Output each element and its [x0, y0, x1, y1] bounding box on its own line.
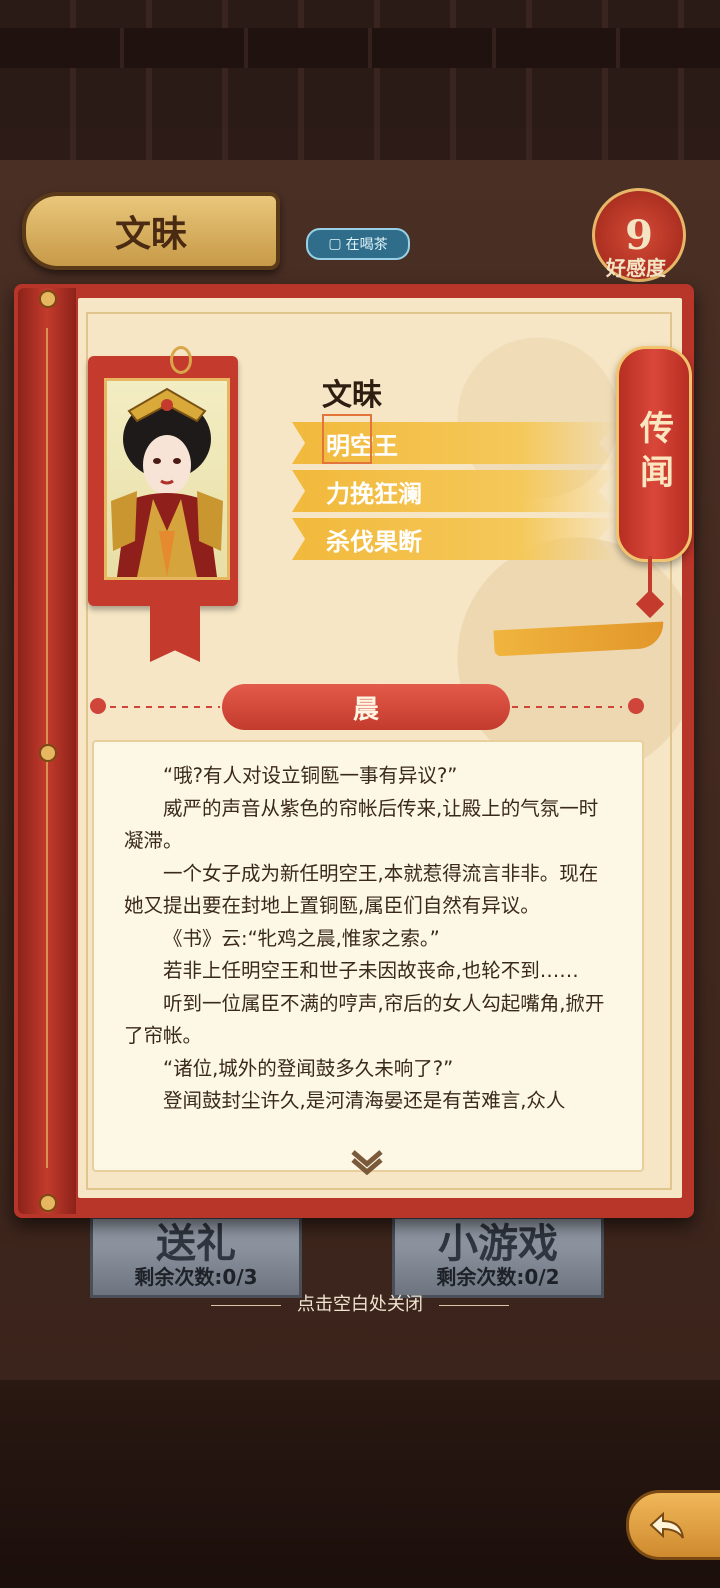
trait-tag: 力挽狂澜 — [292, 470, 618, 512]
spine-stud-icon — [39, 290, 57, 308]
spine-stud-icon — [39, 744, 57, 762]
flower-icon — [628, 698, 644, 714]
story-text-panel[interactable]: “哦?有人对设立铜匦一事有异议?” 威严的声音从紫色的帘帐后传来,让殿上的气氛一… — [92, 740, 644, 1172]
favor-label: 好感度 — [606, 256, 666, 280]
chapter-title-banner: 晨 — [222, 684, 510, 730]
trait-highlight-box — [322, 414, 372, 464]
story-paragraph: 《书》云:“牝鸡之晨,惟家之索。” — [163, 926, 440, 950]
profile-name: 文昧 — [322, 378, 382, 413]
portrait-hook-icon — [170, 346, 192, 374]
book-spine — [18, 288, 76, 1214]
trait-label: 力挽狂澜 — [326, 479, 422, 508]
chapter-title: 晨 — [352, 694, 379, 725]
divider — [512, 706, 622, 708]
favor-emblem[interactable]: 9 好感度 — [584, 188, 688, 284]
flower-icon — [90, 698, 106, 714]
spine-stud-icon — [39, 1194, 57, 1212]
close-hint[interactable]: 点击空白处关闭 — [0, 1290, 720, 1316]
empress-portrait-icon — [111, 387, 223, 577]
gift-remaining: 剩余次数:0/3 — [134, 1265, 258, 1289]
minigame-remaining: 剩余次数:0/2 — [436, 1265, 560, 1289]
story-paragraph: 听到一位属臣不满的哼声,帘后的女人勾起嘴角,掀开了帘帐。 — [124, 991, 605, 1048]
trait-label: 杀伐果断 — [326, 527, 422, 556]
teacup-icon: ▢ — [328, 236, 342, 252]
story-paragraph: 若非上任明空王和世子未因故丧命,也轮不到…… — [163, 959, 579, 982]
character-portrait — [104, 378, 230, 580]
story-paragraph: 登闻鼓封尘许久,是河清海晏还是有苦难言,众人 — [163, 1089, 566, 1112]
story-paragraph: “诸位,城外的登闻鼓多久未响了?” — [163, 1056, 454, 1080]
rumor-tab[interactable]: 传闻 — [616, 346, 692, 562]
header-character-name: 文昧 — [114, 214, 187, 255]
minigame-button[interactable]: 小游戏 剩余次数:0/2 — [392, 1216, 604, 1298]
status-badge: ▢ 在喝茶 — [306, 228, 410, 260]
trait-tag: 杀伐果断 — [292, 518, 618, 560]
story-paragraph: 一个女子成为新任明空王,本就惹得流言非非。现在她又提出要在封地上置铜匦,属臣们自… — [124, 861, 599, 918]
gift-button[interactable]: 送礼 剩余次数:0/3 — [90, 1216, 302, 1298]
back-button[interactable] — [626, 1490, 720, 1560]
back-arrow-icon — [649, 1511, 684, 1539]
palace-roof-background — [0, 0, 720, 160]
divider — [110, 706, 220, 708]
story-paragraph: “哦?有人对设立铜匦一事有异议?” — [163, 764, 458, 787]
story-paragraph: 威严的声音从紫色的帘帐后传来,让殿上的气氛一时凝滞。 — [124, 796, 599, 853]
rumor-tab-label: 传闻 — [633, 410, 674, 498]
close-hint-text: 点击空白处关闭 — [297, 1294, 423, 1315]
scroll-down-chevron-icon[interactable] — [350, 1148, 384, 1176]
status-text: 在喝茶 — [345, 237, 388, 253]
palace-floor-background — [0, 1380, 720, 1588]
character-name-plate: 文昧 — [22, 192, 280, 270]
